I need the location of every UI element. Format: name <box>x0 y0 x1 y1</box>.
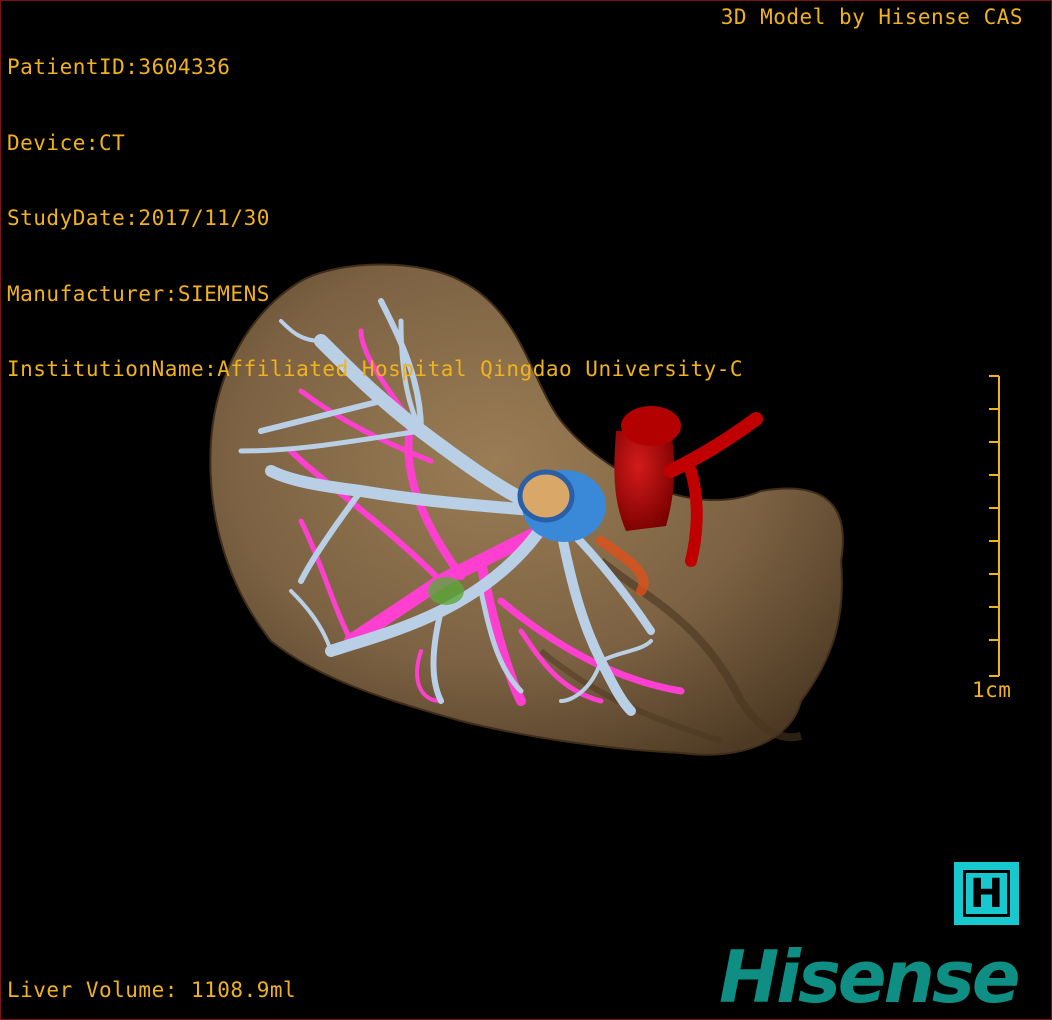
patient-id: PatientID:3604336 <box>7 55 231 79</box>
device: Device:CT <box>7 130 126 155</box>
liver-volume: Liver Volume: 1108.9ml <box>7 978 297 1002</box>
institution-name: InstitutionName:Affiliated Hospital Qing… <box>7 357 744 381</box>
3d-viewport[interactable]: PatientID:3604336 Device:CT StudyDate:20… <box>0 0 1052 1020</box>
manufacturer: Manufacturer:SIEMENS <box>7 281 270 306</box>
hisense-h-logo: H <box>954 862 1019 925</box>
patient-info-block: PatientID:3604336 Device:CT StudyDate:20… <box>7 5 743 433</box>
scale-label: 1cm <box>972 678 1012 702</box>
model-credit: 3D Model by Hisense CAS <box>720 5 1023 29</box>
scale-bar <box>989 375 1000 677</box>
hisense-wordmark: Hisense <box>719 938 1021 1016</box>
study-date: StudyDate:2017/11/30 <box>7 206 270 230</box>
h-logo-letter: H <box>963 870 1010 917</box>
